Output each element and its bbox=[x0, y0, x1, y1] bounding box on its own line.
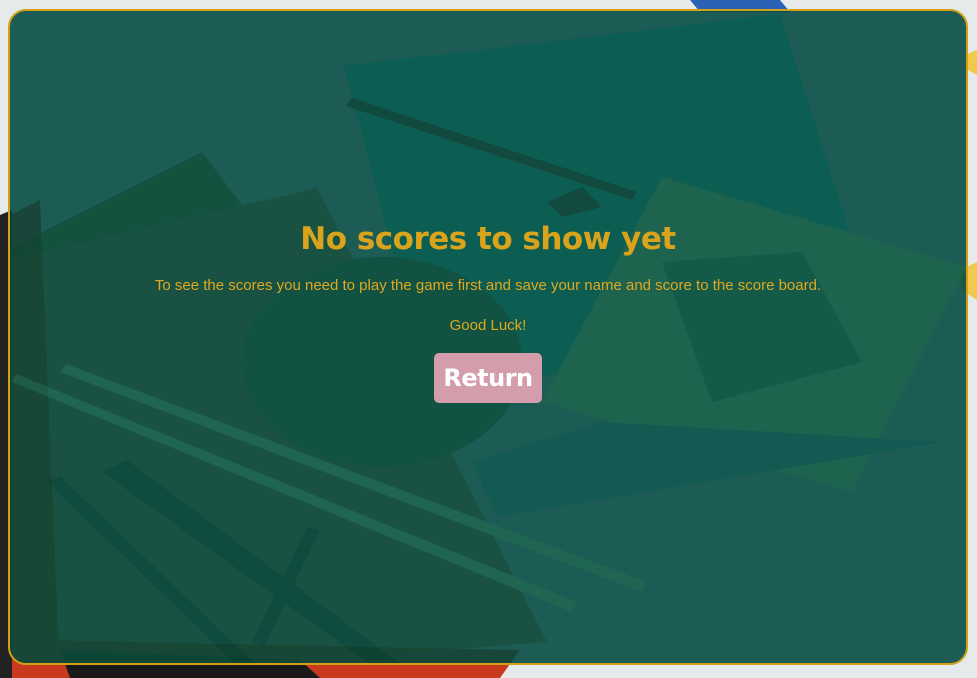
page-title: No scores to show yet bbox=[300, 221, 676, 257]
instructions-text: To see the scores you need to play the g… bbox=[154, 277, 822, 294]
return-button[interactable]: Return bbox=[434, 353, 542, 403]
good-luck-text: Good Luck! bbox=[449, 317, 527, 334]
scoreboard-content: No scores to show yet To see the scores … bbox=[10, 11, 966, 663]
scoreboard-modal: No scores to show yet To see the scores … bbox=[8, 9, 968, 665]
page: No scores to show yet To see the scores … bbox=[0, 0, 977, 678]
